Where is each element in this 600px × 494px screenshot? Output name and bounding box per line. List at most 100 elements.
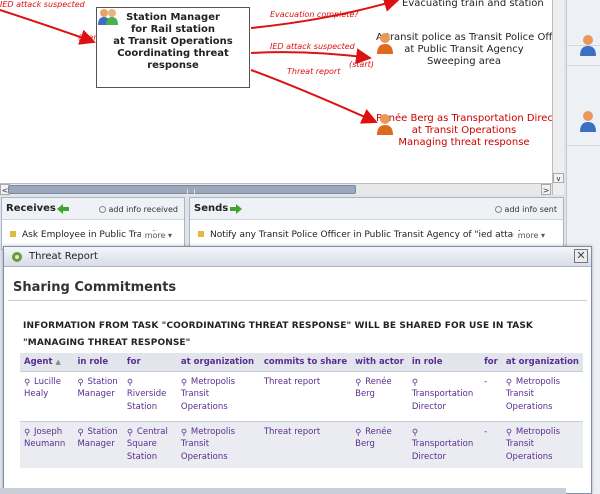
cell-actor-org[interactable]: ⚲ Metropolis Transit Operations	[501, 371, 583, 421]
sends-more-button[interactable]: more ▾	[513, 231, 545, 240]
link-icon: ⚲	[126, 377, 134, 388]
cell-for[interactable]: ⚲Riverside Station	[122, 371, 177, 421]
table-row: ⚲ Joseph Neumann ⚲ Station Manager ⚲ Centra…	[20, 420, 583, 468]
cell-info[interactable]: Threat report	[259, 371, 352, 421]
sends-list-item[interactable]: Notify any Transit Police Officer in Pub…	[198, 230, 559, 244]
edge-label-ied-mid: IED attack suspected	[270, 42, 355, 51]
add-info-received-button[interactable]: add info received	[98, 205, 178, 214]
add-info-sent-button[interactable]: add info sent	[494, 205, 557, 214]
director-node-line2: at Transit Operations	[411, 125, 517, 136]
receives-item-text: Ask Employee in Public Transit	[22, 230, 159, 240]
cell-actor-for: -	[480, 420, 502, 468]
link-icon: ⚲	[411, 377, 419, 388]
focus-node-line3: at Transit Operations	[113, 36, 233, 47]
column-header[interactable]: for	[480, 353, 502, 372]
column-header[interactable]: commits to share	[259, 353, 352, 372]
edge-label-start-mid: (start)	[349, 60, 374, 69]
column-header[interactable]: at organization	[501, 353, 583, 372]
scroll-down-button[interactable]: v	[553, 173, 564, 183]
link-icon: ⚲	[355, 377, 362, 388]
info-link[interactable]: Threat report	[264, 377, 320, 387]
person-icon	[580, 111, 596, 132]
receives-title: Receives	[6, 203, 56, 214]
dialog-title-bar[interactable]: Threat Report ✕	[4, 247, 591, 267]
cell-agent[interactable]: ⚲ Lucille Healy	[20, 371, 74, 421]
link-icon: ⚲	[77, 427, 84, 438]
cell-org[interactable]: ⚲ Metropolis Transit Operations	[176, 420, 260, 468]
actor-role-link[interactable]: Transportation Director	[412, 439, 473, 462]
dialog-heading: Sharing Commitments	[13, 280, 177, 295]
group-icon	[98, 9, 118, 25]
police-task-node[interactable]: A transit police as Transit Police Offic…	[376, 32, 552, 68]
cell-actor-role[interactable]: ⚲Transportation Director	[407, 420, 481, 468]
column-header[interactable]: with actor	[351, 353, 408, 372]
column-header[interactable]: in role	[407, 353, 481, 372]
cell-actor-for: -	[480, 371, 502, 421]
receives-list-item[interactable]: Ask Employee in Public Transit more ▾	[10, 230, 180, 244]
dialog-title: Threat Report	[29, 251, 98, 262]
commitments-table: Agent ▲ in role for at organization comm…	[20, 353, 583, 468]
for-link[interactable]: Riverside Station	[127, 389, 166, 412]
person-icon	[377, 33, 393, 54]
focus-task-node[interactable]: Station Manager for Rail station at Tran…	[96, 7, 250, 88]
add-info-received-label: add info received	[108, 205, 178, 214]
cell-role[interactable]: ⚲ Station Manager	[73, 420, 123, 468]
director-task-node[interactable]: Renée Berg as Transportation Director at…	[376, 113, 552, 149]
divider	[8, 300, 587, 301]
person-icon	[580, 35, 596, 56]
edge-label-ied-left: IED attack suspected	[0, 0, 85, 9]
sends-title: Sends	[194, 203, 229, 214]
link-icon: ⚲	[24, 427, 31, 438]
link-icon: ⚲	[505, 427, 513, 438]
cell-actor[interactable]: ⚲ Renée Berg	[351, 371, 408, 421]
scroll-grip-icon	[187, 189, 195, 194]
cell-for[interactable]: ⚲ Central Square Station	[122, 420, 177, 468]
add-icon	[98, 206, 106, 213]
right-panel-slot[interactable]	[567, 100, 600, 146]
bottom-strip	[0, 488, 566, 494]
link-icon: ⚲	[180, 427, 188, 438]
link-icon: ⚲	[411, 427, 419, 438]
column-header[interactable]: at organization	[176, 353, 260, 372]
add-info-sent-label: add info sent	[504, 205, 557, 214]
close-icon[interactable]: ✕	[574, 249, 588, 263]
cell-info[interactable]: Threat report	[259, 420, 352, 468]
actor-role-link[interactable]: Transportation Director	[412, 389, 473, 412]
link-icon: ⚲	[180, 377, 188, 388]
receives-panel: Receives add info received Ask Employee …	[1, 197, 185, 250]
right-panel-slot[interactable]	[567, 20, 600, 66]
link-icon: ⚲	[505, 377, 513, 388]
diagram-horizontal-scrollbar[interactable]: < >	[0, 183, 552, 195]
bullet-icon	[198, 231, 204, 237]
receives-header: Receives add info received	[2, 198, 184, 220]
arrow-right-icon	[230, 204, 242, 214]
cell-org[interactable]: ⚲ Metropolis Transit Operations	[176, 371, 260, 421]
column-header[interactable]: Agent ▲	[20, 353, 74, 372]
gear-icon	[12, 252, 22, 262]
diagram-vertical-scrollbar[interactable]: v	[552, 0, 564, 195]
link-icon: ⚲	[24, 377, 31, 388]
cell-agent[interactable]: ⚲ Joseph Neumann	[20, 420, 74, 468]
director-node-line1: Renée Berg as Transportation Director	[376, 113, 552, 124]
sends-header: Sends add info sent	[190, 198, 563, 220]
cell-role[interactable]: ⚲ Station Manager	[73, 371, 123, 421]
cell-actor-org[interactable]: ⚲ Metropolis Transit Operations	[501, 420, 583, 468]
evacuation-node[interactable]: Evacuating train and station	[402, 0, 544, 10]
scroll-thumb[interactable]	[8, 185, 356, 194]
focus-node-line1: Station Manager	[126, 12, 220, 23]
column-header[interactable]: for	[122, 353, 177, 372]
app-root: IED attack suspected (start) Evacuation …	[0, 0, 600, 494]
info-link[interactable]: Threat report	[264, 427, 320, 437]
cell-actor[interactable]: ⚲ Renée Berg	[351, 420, 408, 468]
column-header[interactable]: in role	[73, 353, 123, 372]
focus-node-line4: Coordinating threat response	[117, 48, 229, 71]
flow-diagram[interactable]: IED attack suspected (start) Evacuation …	[0, 0, 552, 183]
table-row: ⚲ Lucille Healy ⚲ Station Manager ⚲Riversi…	[20, 371, 583, 421]
table-header-row: Agent ▲ in role for at organization comm…	[20, 353, 583, 372]
police-node-line3: Sweeping area	[426, 56, 502, 67]
link-icon: ⚲	[126, 427, 134, 438]
cell-actor-role[interactable]: ⚲Transportation Director	[407, 371, 481, 421]
scroll-right-button[interactable]: >	[541, 184, 551, 195]
director-node-line3: Managing threat response	[398, 137, 530, 148]
receives-more-button[interactable]: more ▾	[140, 231, 172, 240]
